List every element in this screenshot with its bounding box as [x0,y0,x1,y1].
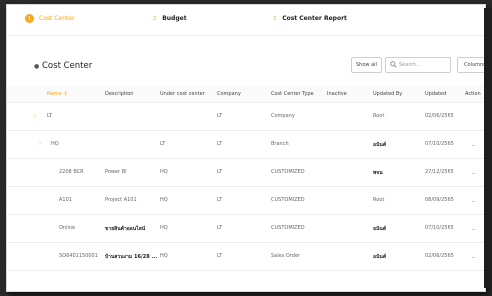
cell-under: LT [160,141,166,147]
column-header-updated[interactable]: Updated [425,91,446,97]
cell-updated: 08/09/2565 [425,197,454,203]
cell-type: Branch [271,141,289,147]
search-placeholder: Search... [399,62,421,68]
step-number: 1 [25,14,34,23]
search-input[interactable]: Search... [385,57,451,73]
page-title: Cost Center [42,61,93,71]
toolbar: ● Cost Center Show all Search... Columns [7,55,485,79]
cell-description: Power BI [105,169,127,175]
cell-description: บ้านสวนงาม 16/28 ... [105,254,158,260]
cell-name: LT [47,113,53,119]
stepper: 1 Cost Center 2 Budget 3 Cost Center Rep… [7,5,485,36]
column-header-inactive[interactable]: Inactive [327,91,347,97]
app-window: 1 Cost Center 2 Budget 3 Cost Center Rep… [6,4,486,292]
cell-under: HQ [160,253,168,259]
cell-updated-by: อนันต์ [373,226,387,232]
table-row[interactable]: A101 Project A101 HQ LT CUSTOMIZED Root … [7,187,485,215]
cell-company: LT [217,197,223,203]
expand-icon[interactable]: › [34,113,36,119]
table-row[interactable]: SO6401150001 บ้านสวนงาม 16/28 ... HQ LT … [7,243,485,271]
step-cost-center[interactable]: 1 Cost Center [25,14,74,23]
cell-updated-by: Root [373,197,385,203]
columns-button[interactable]: Columns [457,57,485,73]
cell-updated: 02/06/2565 [425,253,454,259]
cell-name: SO6401150001 [59,253,98,259]
cell-company: LT [217,113,223,119]
cell-description: Project A101 [105,197,137,203]
table-row[interactable]: Online ขายสินค้าออนไลน์ HQ LT CUSTOMIZED… [7,215,485,243]
cell-name: 2208 BCR [59,169,84,175]
sort-icon[interactable]: ↕ [63,91,67,97]
cell-updated-by: พจน [373,170,383,176]
column-header-name[interactable]: Name ↕ [47,91,68,97]
cell-description: ขายสินค้าออนไลน์ [105,226,146,232]
table-row[interactable]: 2208 BCR Power BI HQ LT CUSTOMIZED พจน 2… [7,159,485,187]
window-edge [484,8,492,288]
column-header-cost-center-type[interactable]: Cost Center Type [271,91,314,97]
row-action-button[interactable]: _ [472,251,475,258]
step-number: 3 [273,15,277,22]
cell-type: Company [271,113,295,119]
step-label: Cost Center Report [282,15,347,22]
column-header-description[interactable]: Description [105,91,133,97]
row-action-button[interactable]: _ [472,223,475,230]
cell-updated-by: อนันต์ [373,254,387,260]
step-budget[interactable]: 2 Budget [153,14,187,23]
cell-name: HQ [51,141,59,147]
column-header-company[interactable]: Company [217,91,241,97]
row-action-button[interactable]: _ [472,195,475,202]
cell-under: HQ [160,197,168,203]
column-header-under-cost-center[interactable]: Under cost center [160,91,205,97]
row-action-button[interactable]: _ [472,167,475,174]
cell-type: Sales Order [271,253,301,259]
bullet-icon: ● [34,63,40,70]
search-icon [390,61,397,68]
step-number: 2 [153,15,157,22]
cell-type: CUSTOMIZED [271,197,305,203]
cell-type: CUSTOMIZED [271,225,305,231]
cell-type: CUSTOMIZED [271,169,305,175]
cell-under: HQ [160,225,168,231]
cell-company: LT [217,253,223,259]
cell-updated-by: Root [373,113,385,119]
cell-updated: 07/10/2565 [425,225,454,231]
expand-icon[interactable]: › [39,141,41,147]
cell-name: Online [59,225,76,231]
cell-company: LT [217,225,223,231]
step-cost-center-report[interactable]: 3 Cost Center Report [273,14,347,23]
show-all-button[interactable]: Show all [351,57,382,73]
cell-company: LT [217,169,223,175]
cell-updated: 07/10/2565 [425,141,454,147]
step-label: Cost Center [39,15,75,22]
column-header-updated-by[interactable]: Updated By [373,91,402,97]
cell-name: A101 [59,197,72,203]
cell-under: HQ [160,169,168,175]
cell-updated: 02/06/2565 [425,113,454,119]
row-action-button[interactable]: _ [472,139,475,146]
cell-updated: 27/12/2565 [425,169,454,175]
table-row[interactable]: › LT LT Company Root 02/06/2565 [7,103,485,131]
cell-updated-by: อนันต์ [373,142,387,148]
column-header-action: Action [465,91,481,97]
cell-company: LT [217,141,223,147]
table-row[interactable]: › HQ LT LT Branch อนันต์ 07/10/2565 _ [7,131,485,159]
table-header: Name ↕ Description Under cost center Com… [7,86,485,103]
step-label: Budget [162,15,187,22]
